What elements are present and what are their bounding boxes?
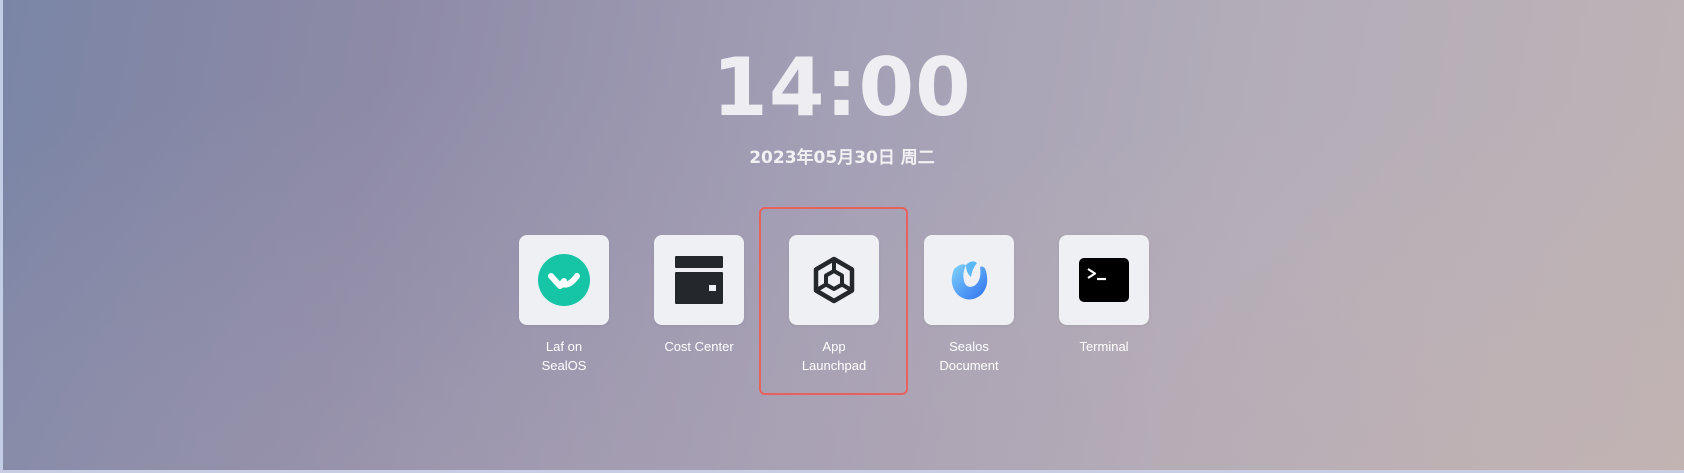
app-tile[interactable] <box>924 235 1014 325</box>
clock-time: 14:00 <box>712 41 972 134</box>
laf-logo-icon <box>538 254 590 306</box>
wallet-icon <box>675 256 723 304</box>
app-tile[interactable] <box>654 235 744 325</box>
app-tile[interactable] <box>519 235 609 325</box>
selection-highlight-box <box>759 207 908 395</box>
clock-date: 2023年05月30日 周二 <box>749 148 935 168</box>
terminal-icon <box>1079 258 1129 302</box>
app-terminal[interactable]: Terminal <box>1039 235 1169 356</box>
app-label: Terminal <box>1079 339 1129 354</box>
app-sealos-document[interactable]: Sealos Document <box>904 235 1034 375</box>
app-laf-on-sealos[interactable]: Laf on SealOS <box>499 235 629 375</box>
sealos-document-icon <box>951 261 988 300</box>
app-label: Sealos Document <box>939 339 999 373</box>
app-label: Laf on SealOS <box>541 339 587 373</box>
app-cost-center[interactable]: Cost Center <box>634 235 764 356</box>
app-label: Cost Center <box>664 339 734 354</box>
app-tile[interactable] <box>1059 235 1149 325</box>
